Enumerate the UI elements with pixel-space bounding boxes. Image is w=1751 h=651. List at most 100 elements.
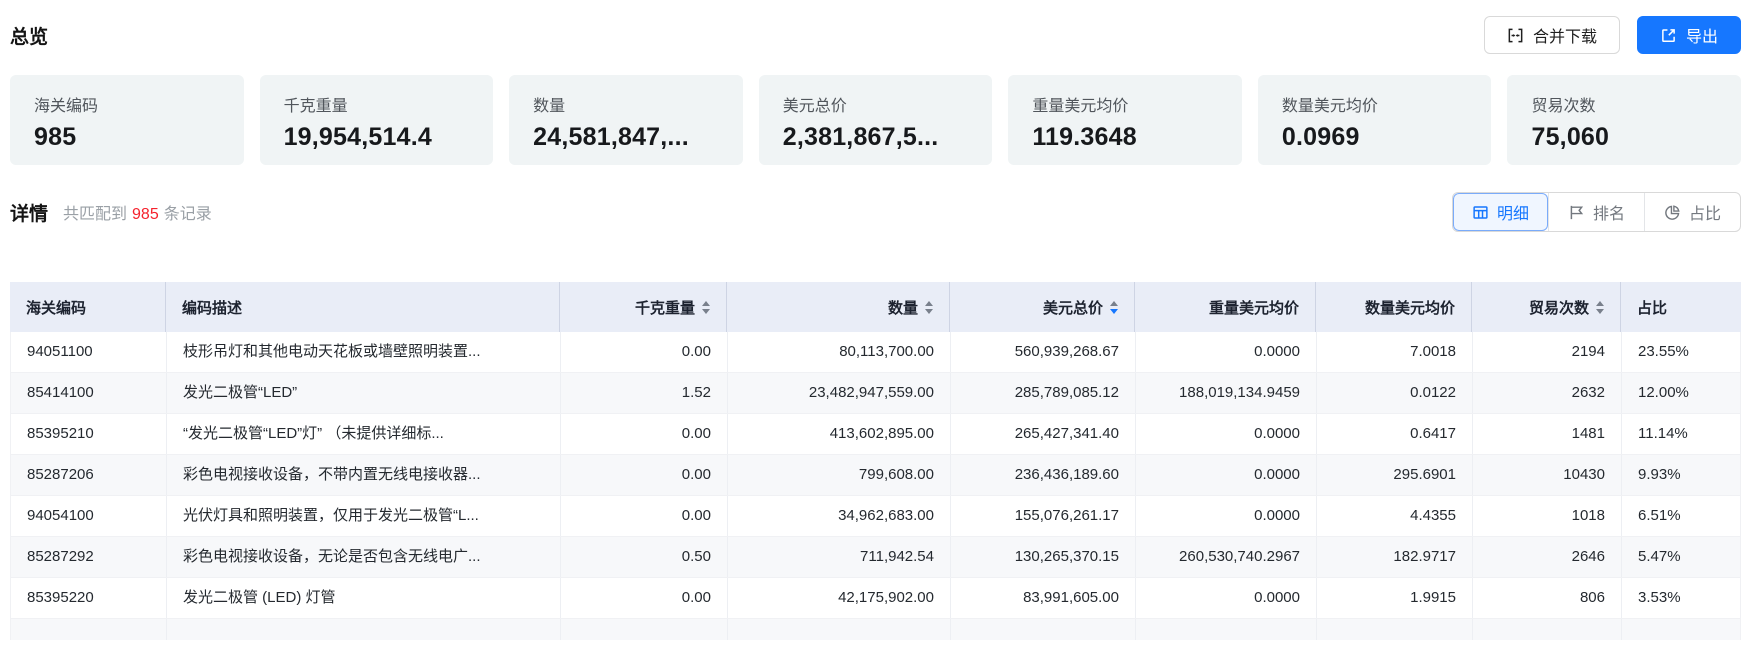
sort-carets[interactable] [1110,301,1118,314]
table-cell: 10430 [1473,455,1622,495]
table-cell: 5.47% [1622,537,1740,577]
table-cell: 85287292 [11,537,167,577]
column-header-label: 美元总价 [1043,297,1103,318]
export-icon [1660,27,1677,44]
stat-value: 0.0969 [1282,123,1468,152]
table-cell: 85395220 [11,578,167,618]
sort-carets[interactable] [702,301,710,314]
match-prefix: 共匹配到 [63,206,127,223]
table-cell: 发光二极管“LED” [167,373,561,413]
table-cell: “发光二极管“LED”灯” （未提供详细标... [167,414,561,454]
table-cell: 彩色电视接收设备，无论是否包含无线电广... [167,537,561,577]
table-row: 85287206彩色电视接收设备，不带内置无线电接收器...0.00799,60… [11,455,1740,496]
column-header-label: 数量 [888,297,918,318]
merge-download-button[interactable]: 合并下载 [1484,16,1620,54]
stat-card: 数量24,581,847,... [509,75,743,165]
table-row-partial [11,619,1740,640]
column-header: 重量美元均价 [1135,282,1316,332]
table-cell: 85414100 [11,373,167,413]
table-row: 85287292彩色电视接收设备，无论是否包含无线电广...0.50711,94… [11,537,1740,578]
table-cell: 0.50 [561,537,728,577]
column-header[interactable]: 贸易次数 [1472,282,1621,332]
stat-label: 重量美元均价 [1032,92,1218,116]
table-cell: 6.51% [1622,496,1740,536]
sort-asc-caret[interactable] [1596,301,1604,306]
table-cell: 2194 [1473,332,1622,372]
table-cell: 23,482,947,559.00 [728,373,951,413]
table-row: 94051100枝形吊灯和其他电动天花板或墙壁照明装置...0.0080,113… [11,332,1740,373]
table-cell: 94054100 [11,496,167,536]
match-info: 共匹配到985条记录 [63,200,212,224]
sort-desc-caret[interactable] [925,309,933,314]
stat-label: 美元总价 [783,92,969,116]
details-bar: 详情 共匹配到985条记录 明细排名占比 [10,192,1741,232]
table-cell [1622,619,1740,640]
table-cell [561,619,728,640]
table-cell: 2646 [1473,537,1622,577]
table-cell: 188,019,134.9459 [1136,373,1317,413]
sort-carets[interactable] [1596,301,1604,314]
table-body: 94051100枝形吊灯和其他电动天花板或墙壁照明装置...0.0080,113… [10,332,1741,640]
export-label: 导出 [1686,23,1718,47]
stat-card: 数量美元均价0.0969 [1258,75,1492,165]
table-cell: 711,942.54 [728,537,951,577]
sort-desc-caret[interactable] [1110,309,1118,314]
table-cell: 42,175,902.00 [728,578,951,618]
tab-detail[interactable]: 明细 [1453,193,1548,231]
sort-desc-caret[interactable] [702,309,710,314]
table-cell: 182.9717 [1317,537,1473,577]
table-cell [728,619,951,640]
tab-label: 排名 [1593,200,1625,224]
sort-asc-caret[interactable] [1110,301,1118,306]
column-header[interactable]: 千克重量 [560,282,727,332]
tab-label: 占比 [1689,200,1721,224]
table-cell: 1.9915 [1317,578,1473,618]
table-cell: 80,113,700.00 [728,332,951,372]
table-cell: 0.00 [561,332,728,372]
table-cell: 236,436,189.60 [951,455,1136,495]
merge-download-label: 合并下载 [1533,23,1597,47]
table-cell: 560,939,268.67 [951,332,1136,372]
table-row: 85395220发光二极管 (LED) 灯管0.0042,175,902.008… [11,578,1740,619]
table-cell: 0.00 [561,455,728,495]
stats-row: 海关编码 985 千克重量19,954,514.4数量24,581,847,... 美… [10,75,1741,165]
pie-icon [1664,204,1681,221]
table-cell: 413,602,895.00 [728,414,951,454]
stat-value: 75,060 [1531,123,1717,152]
table-cell: 260,530,740.2967 [1136,537,1317,577]
table-cell: 11.14% [1622,414,1740,454]
export-button[interactable]: 导出 [1637,16,1741,54]
stat-value: 985 [34,123,220,152]
sort-asc-caret[interactable] [702,301,710,306]
table-cell: 0.00 [561,496,728,536]
page-title: 总览 [10,22,48,49]
table-cell: 0.0000 [1136,496,1317,536]
table-cell: 285,789,085.12 [951,373,1136,413]
sort-asc-caret[interactable] [925,301,933,306]
column-header[interactable]: 数量 [727,282,950,332]
ranking-icon [1568,204,1585,221]
table-cell: 0.00 [561,578,728,618]
stat-card: 海关编码 985 [10,75,244,165]
stat-card: 千克重量19,954,514.4 [260,75,494,165]
stat-label: 贸易次数 [1531,92,1717,116]
stat-card: 贸易次数 75,060 [1507,75,1741,165]
table-cell: 799,608.00 [728,455,951,495]
table-icon [1472,204,1489,221]
table-cell [11,619,167,640]
tab-ranking[interactable]: 排名 [1548,193,1644,231]
table-cell: 4.4355 [1317,496,1473,536]
table-cell: 1018 [1473,496,1622,536]
stat-label: 海关编码 [34,92,220,116]
table-cell: 枝形吊灯和其他电动天花板或墙壁照明装置... [167,332,561,372]
sort-desc-caret[interactable] [1596,309,1604,314]
table-cell: 85395210 [11,414,167,454]
table-cell: 3.53% [1622,578,1740,618]
table-cell: 9.93% [1622,455,1740,495]
stat-value: 24,581,847,... [533,123,719,152]
tab-proportion[interactable]: 占比 [1644,193,1740,231]
sort-carets[interactable] [925,301,933,314]
table-cell: 85287206 [11,455,167,495]
column-header[interactable]: 美元总价 [950,282,1135,332]
table-row: 85414100发光二极管“LED”1.5223,482,947,559.002… [11,373,1740,414]
